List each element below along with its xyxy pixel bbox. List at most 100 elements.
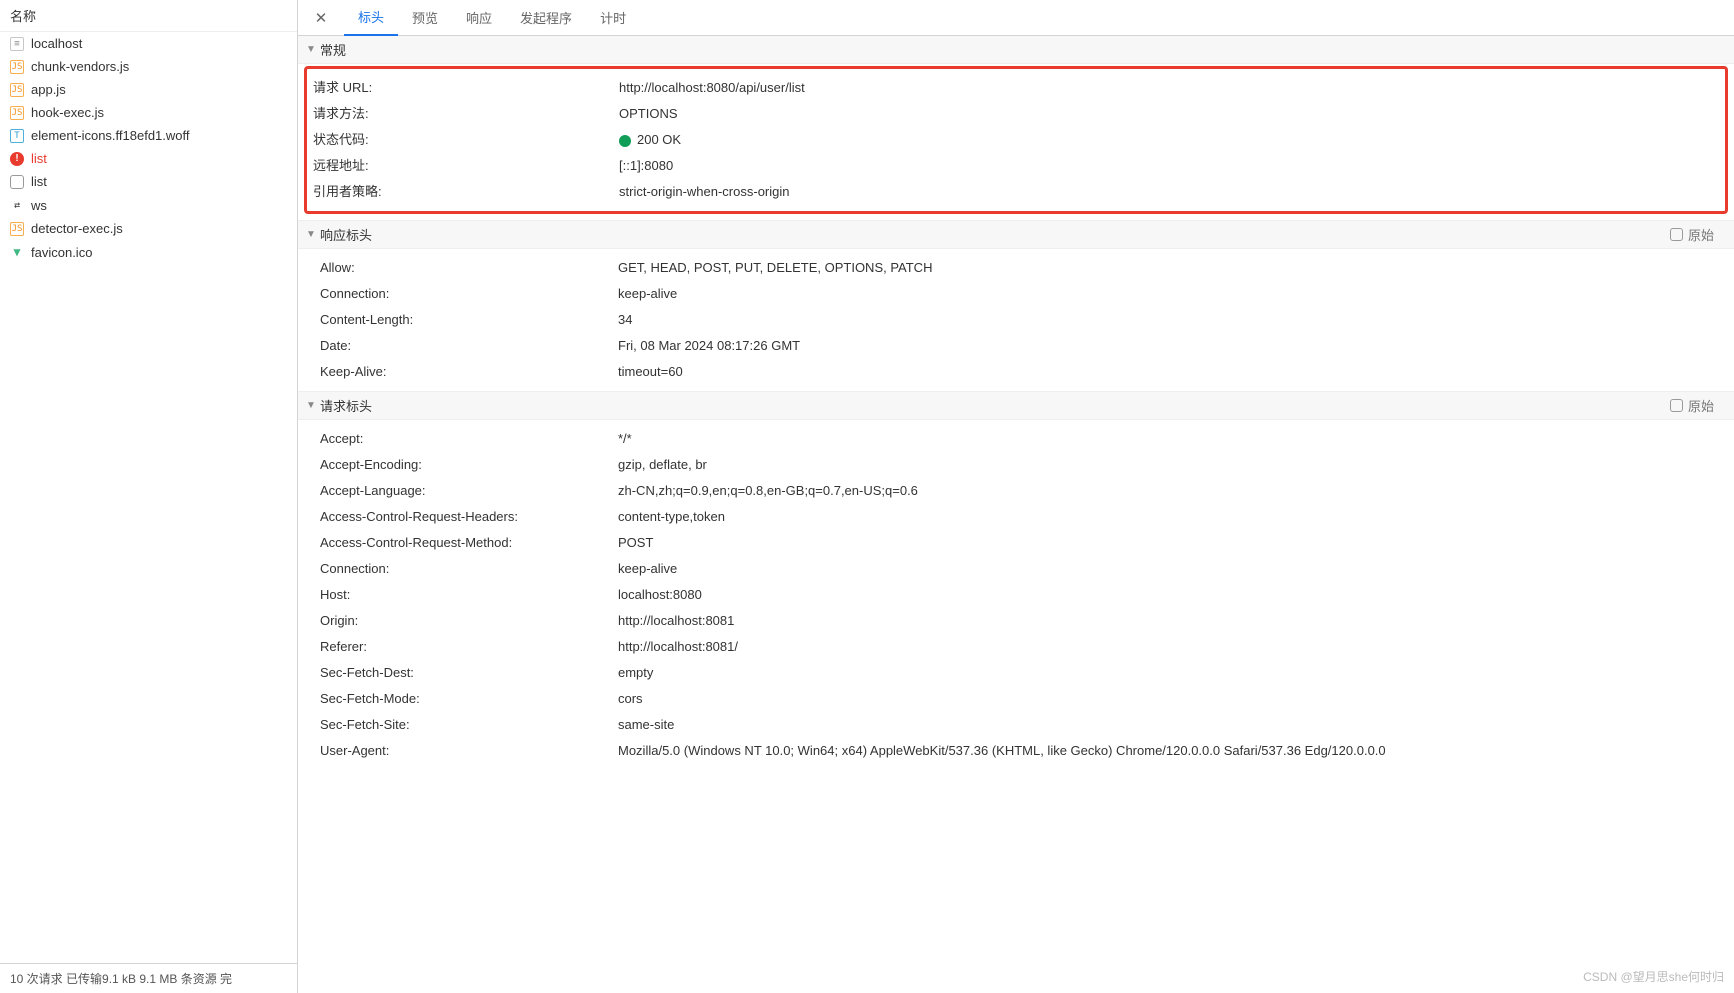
- header-row: Referer:http://localhost:8081/: [298, 634, 1734, 660]
- chevron-down-icon: ▼: [306, 400, 316, 411]
- header-value: 200 OK: [619, 130, 1725, 150]
- header-key: Accept-Encoding:: [320, 455, 618, 475]
- request-name: element-icons.ff18efd1.woff: [31, 128, 190, 143]
- header-key: Referer:: [320, 637, 618, 657]
- header-row: Keep-Alive:timeout=60: [298, 359, 1734, 385]
- header-row: Content-Length:34: [298, 307, 1734, 333]
- header-key: Connection:: [320, 559, 618, 579]
- header-key: Sec-Fetch-Dest:: [320, 663, 618, 683]
- header-value: timeout=60: [618, 362, 1734, 382]
- tab-1[interactable]: 预览: [398, 0, 452, 36]
- request-row[interactable]: list: [0, 170, 297, 193]
- js-icon: JS: [10, 222, 24, 236]
- fav-icon: ▼: [10, 244, 24, 260]
- detail-body: ▼ 常规 请求 URL:http://localhost:8080/api/us…: [298, 36, 1734, 993]
- network-request-list-panel: 名称 ≡localhostJSchunk-vendors.jsJSapp.jsJ…: [0, 0, 298, 993]
- header-value: OPTIONS: [619, 104, 1725, 124]
- request-row[interactable]: JSdetector-exec.js: [0, 217, 297, 240]
- general-highlight-box: 请求 URL:http://localhost:8080/api/user/li…: [304, 66, 1728, 214]
- checkbox-icon[interactable]: [1670, 228, 1683, 241]
- section-response-header[interactable]: ▼ 响应标头 原始: [298, 220, 1734, 249]
- font-icon: T: [10, 129, 24, 143]
- header-row: Access-Control-Request-Headers:content-t…: [298, 504, 1734, 530]
- section-general-header[interactable]: ▼ 常规: [298, 36, 1734, 64]
- header-value: POST: [618, 533, 1734, 553]
- request-row[interactable]: JSchunk-vendors.js: [0, 55, 297, 78]
- header-row: Accept:*/*: [298, 426, 1734, 452]
- header-key: Allow:: [320, 258, 618, 278]
- sidebar-header-name[interactable]: 名称: [0, 0, 297, 32]
- detail-tabs: ✕ 标头预览响应发起程序计时: [298, 0, 1734, 36]
- header-row: Access-Control-Request-Method:POST: [298, 530, 1734, 556]
- raw-toggle-response[interactable]: 原始: [1670, 225, 1714, 244]
- header-row: 请求 URL:http://localhost:8080/api/user/li…: [307, 75, 1725, 101]
- header-row: User-Agent:Mozilla/5.0 (Windows NT 10.0;…: [298, 738, 1734, 764]
- header-value: zh-CN,zh;q=0.9,en;q=0.8,en-GB;q=0.7,en-U…: [618, 481, 1734, 501]
- request-row[interactable]: JS hook-exec.js: [0, 101, 297, 124]
- chevron-down-icon: ▼: [306, 229, 316, 240]
- header-value: [::1]:8080: [619, 156, 1725, 176]
- header-key: Origin:: [320, 611, 618, 631]
- header-value: strict-origin-when-cross-origin: [619, 182, 1725, 202]
- js-icon: JS: [10, 60, 24, 74]
- header-value: 34: [618, 310, 1734, 330]
- header-key: 请求方法:: [313, 104, 619, 124]
- header-key: Accept-Language:: [320, 481, 618, 501]
- request-name: ws: [31, 198, 47, 213]
- section-general-title: 常规: [320, 40, 346, 59]
- header-row: Host:localhost:8080: [298, 582, 1734, 608]
- header-key: Date:: [320, 336, 618, 356]
- js-icon: JS: [10, 83, 24, 97]
- tab-2[interactable]: 响应: [452, 0, 506, 36]
- header-key: 状态代码:: [313, 130, 619, 150]
- header-row: Date:Fri, 08 Mar 2024 08:17:26 GMT: [298, 333, 1734, 359]
- header-row: 引用者策略:strict-origin-when-cross-origin: [307, 179, 1725, 205]
- header-key: Access-Control-Request-Headers:: [320, 507, 618, 527]
- empty-icon: [10, 175, 24, 189]
- header-value: content-type,token: [618, 507, 1734, 527]
- header-row: Sec-Fetch-Mode:cors: [298, 686, 1734, 712]
- request-list: ≡localhostJSchunk-vendors.jsJSapp.jsJSho…: [0, 32, 297, 963]
- header-row: Connection:keep-alive: [298, 281, 1734, 307]
- request-name: list: [31, 174, 47, 189]
- tab-3[interactable]: 发起程序: [506, 0, 586, 36]
- header-value: gzip, deflate, br: [618, 455, 1734, 475]
- raw-toggle-request[interactable]: 原始: [1670, 396, 1714, 415]
- header-key: Keep-Alive:: [320, 362, 618, 382]
- header-key: Accept:: [320, 429, 618, 449]
- watermark: CSDN @望月思she何时归: [1583, 968, 1724, 985]
- request-name: localhost: [31, 36, 82, 51]
- request-row[interactable]: ⇄ ws: [0, 193, 297, 217]
- doc-icon: ≡: [10, 37, 24, 51]
- header-row: Accept-Language:zh-CN,zh;q=0.9,en;q=0.8,…: [298, 478, 1734, 504]
- request-row[interactable]: ≡ localhost: [0, 32, 297, 55]
- section-request-header[interactable]: ▼ 请求标头 原始: [298, 391, 1734, 420]
- tab-4[interactable]: 计时: [586, 0, 640, 36]
- header-row: 远程地址:[::1]:8080: [307, 153, 1725, 179]
- request-row[interactable]: Telement-icons.ff18efd1.woff: [0, 124, 297, 147]
- checkbox-icon[interactable]: [1670, 399, 1683, 412]
- section-request-title: 请求标头: [320, 396, 372, 415]
- header-value: keep-alive: [618, 559, 1734, 579]
- header-row: Sec-Fetch-Site:same-site: [298, 712, 1734, 738]
- js-icon: JS: [10, 106, 24, 120]
- header-value: keep-alive: [618, 284, 1734, 304]
- header-row: 请求方法:OPTIONS: [307, 101, 1725, 127]
- ws-icon: ⇄: [10, 197, 24, 213]
- header-value: Fri, 08 Mar 2024 08:17:26 GMT: [618, 336, 1734, 356]
- header-row: Connection:keep-alive: [298, 556, 1734, 582]
- header-value: cors: [618, 689, 1734, 709]
- request-row[interactable]: JSapp.js: [0, 78, 297, 101]
- request-row[interactable]: ▼ favicon.ico: [0, 240, 297, 264]
- header-value: GET, HEAD, POST, PUT, DELETE, OPTIONS, P…: [618, 258, 1734, 278]
- header-key: Connection:: [320, 284, 618, 304]
- tab-0[interactable]: 标头: [344, 0, 398, 36]
- request-name: favicon.ico: [31, 245, 92, 260]
- header-key: Content-Length:: [320, 310, 618, 330]
- header-value: http://localhost:8081/: [618, 637, 1734, 657]
- header-key: Host:: [320, 585, 618, 605]
- header-key: User-Agent:: [320, 741, 618, 761]
- request-name: hook-exec.js: [31, 105, 104, 120]
- request-row[interactable]: !list: [0, 147, 297, 170]
- close-icon[interactable]: ✕: [306, 3, 336, 33]
